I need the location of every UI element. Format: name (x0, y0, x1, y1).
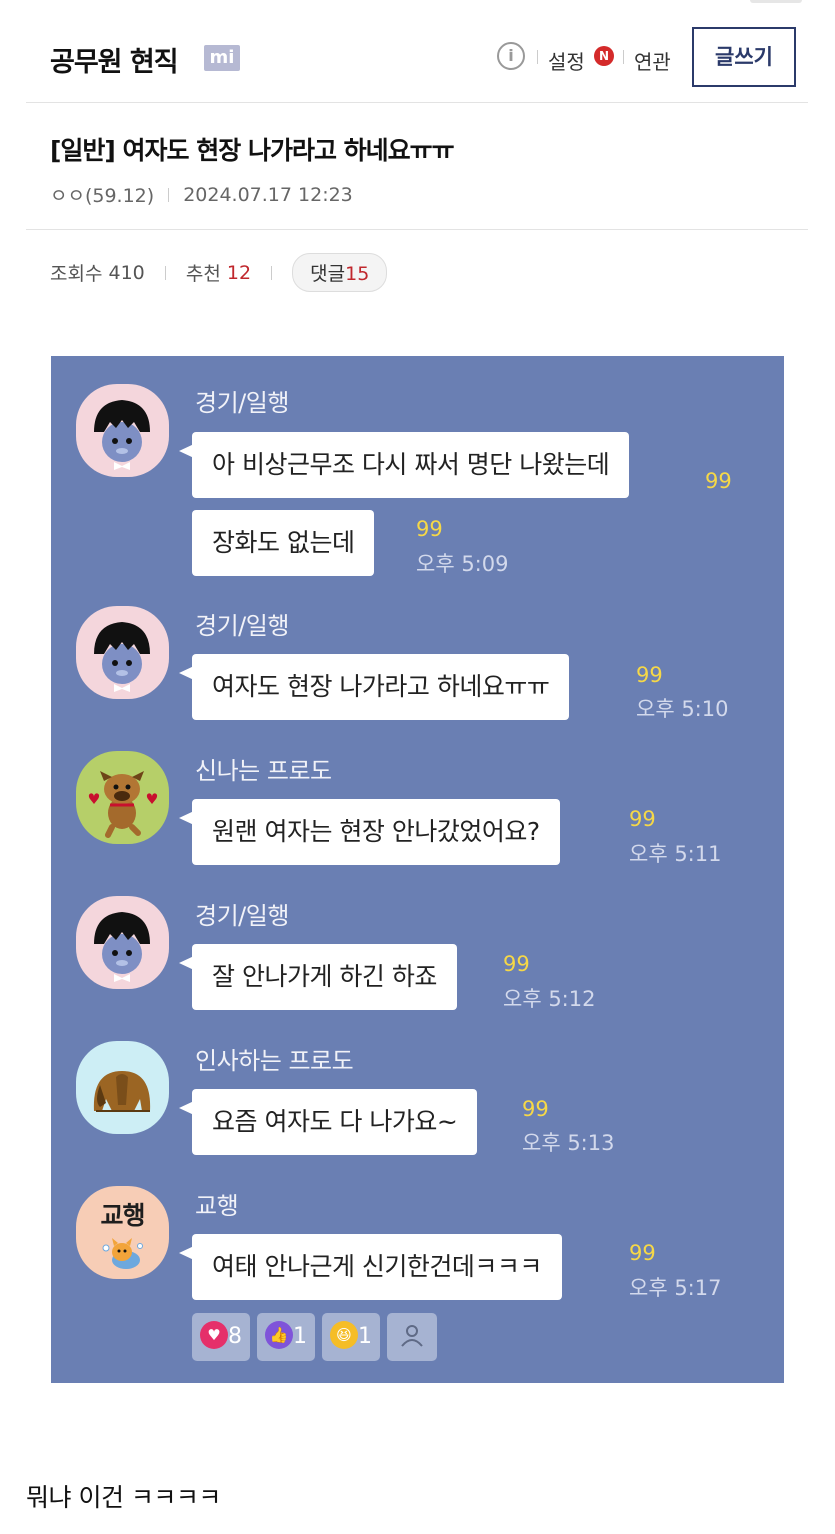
black-hair-character-icon (76, 384, 169, 477)
post-body-text: 뭐냐 이건 ㅋㅋㅋㅋ (26, 1483, 221, 1512)
message-sender: 경기/일행 (195, 902, 289, 930)
laughing-face-icon: 😆 (330, 1321, 358, 1349)
comments-count: 15 (345, 263, 370, 285)
separator (623, 50, 624, 64)
message-bubble: 장화도 없는데 (192, 510, 375, 576)
post-meta: ㅇㅇ(59.12) 2024.07.17 12:23 (50, 181, 353, 208)
unread-count: 99 (416, 517, 443, 541)
separator (164, 265, 166, 280)
post-author[interactable]: ㅇㅇ(59.12) (50, 181, 154, 208)
message-bubble: 여자도 현장 나가라고 하네요ㅠㅠ (192, 654, 570, 720)
thumbs-up-icon: 👍 (265, 1321, 293, 1349)
gallery-title[interactable]: 공무원 현직 (50, 40, 179, 79)
meta-divider (26, 229, 808, 230)
separator (168, 187, 170, 202)
unread-count: 99 (705, 469, 732, 493)
recommend-label: 추천 (185, 263, 221, 285)
post-date: 2024.07.17 12:23 (183, 183, 353, 206)
separator (537, 50, 538, 64)
separator (271, 265, 273, 280)
message-time: 오후 5:17 (629, 1276, 722, 1300)
info-icon[interactable]: i (497, 42, 525, 70)
message-sender: 교행 (195, 1192, 239, 1220)
black-hair-character-icon (76, 896, 169, 989)
message-time: 오후 5:13 (522, 1131, 615, 1155)
cat-character-icon: 교행 (76, 1186, 169, 1279)
views-label: 조회수 (50, 263, 103, 285)
message-time: 오후 5:11 (629, 842, 722, 866)
comment-count-button[interactable]: 댓글15 (292, 253, 388, 292)
reaction-like[interactable]: 👍 1 (257, 1313, 315, 1361)
message-time: 오후 5:09 (416, 552, 509, 576)
reaction-heart[interactable]: ♥ 8 (192, 1313, 250, 1361)
message-sender: 경기/일행 (195, 612, 289, 640)
message-time: 오후 5:10 (636, 697, 729, 721)
settings-link[interactable]: 설정 (548, 46, 585, 75)
dancing-dog-icon (76, 751, 169, 844)
black-hair-character-icon (76, 606, 169, 699)
reaction-laugh[interactable]: 😆 1 (322, 1313, 380, 1361)
person-icon (401, 1325, 423, 1347)
unread-count: 99 (503, 952, 530, 976)
reaction-bar: ♥ 8 👍 1 😆 1 (192, 1313, 444, 1361)
unread-count: 99 (629, 1241, 656, 1265)
reaction-members[interactable] (387, 1313, 437, 1361)
message-sender: 인사하는 프로도 (195, 1047, 354, 1075)
new-badge: N (594, 46, 614, 66)
reaction-count: 1 (293, 1324, 307, 1349)
header-divider (26, 102, 808, 103)
related-link[interactable]: 연관 (634, 46, 671, 75)
write-post-button[interactable]: 글쓰기 (692, 27, 796, 87)
unread-count: 99 (629, 807, 656, 831)
unread-count: 99 (522, 1097, 549, 1121)
message-bubble: 요즘 여자도 다 나가요~ (192, 1089, 478, 1155)
post-title: [일반] 여자도 현장 나가라고 하네요ㅠㅠ (50, 136, 455, 165)
message-time: 오후 5:12 (503, 987, 596, 1011)
minor-gallery-badge: mi (204, 45, 240, 71)
message-bubble: 아 비상근무조 다시 짜서 명단 나왔는데 (192, 432, 630, 498)
reaction-count: 8 (228, 1324, 242, 1349)
reaction-count: 1 (358, 1324, 372, 1349)
message-sender: 경기/일행 (195, 389, 289, 417)
views-count: 410 (108, 261, 145, 284)
message-sender: 신나는 프로도 (195, 757, 332, 785)
gallery-header: 공무원 현직 mi i 설정 N 연관 글쓰기 (0, 0, 835, 102)
unread-count: 99 (636, 663, 663, 687)
chat-screenshot: 경기/일행 아 비상근무조 다시 짜서 명단 나왔는데 99 장화도 없는데 9… (51, 356, 784, 1383)
recommend-count: 12 (226, 261, 252, 284)
message-bubble: 원랜 여자는 현장 안나갔었어요? (192, 799, 560, 865)
message-bubble: 여태 안나근게 신기한건데ㅋㅋㅋ (192, 1234, 562, 1300)
message-bubble: 잘 안나가게 하긴 하죠 (192, 944, 457, 1010)
comments-label: 댓글 (310, 263, 346, 285)
post-stats: 조회수 410 추천 12 댓글15 (50, 253, 388, 292)
heart-icon: ♥ (200, 1321, 228, 1349)
bowing-dog-icon (76, 1041, 169, 1134)
